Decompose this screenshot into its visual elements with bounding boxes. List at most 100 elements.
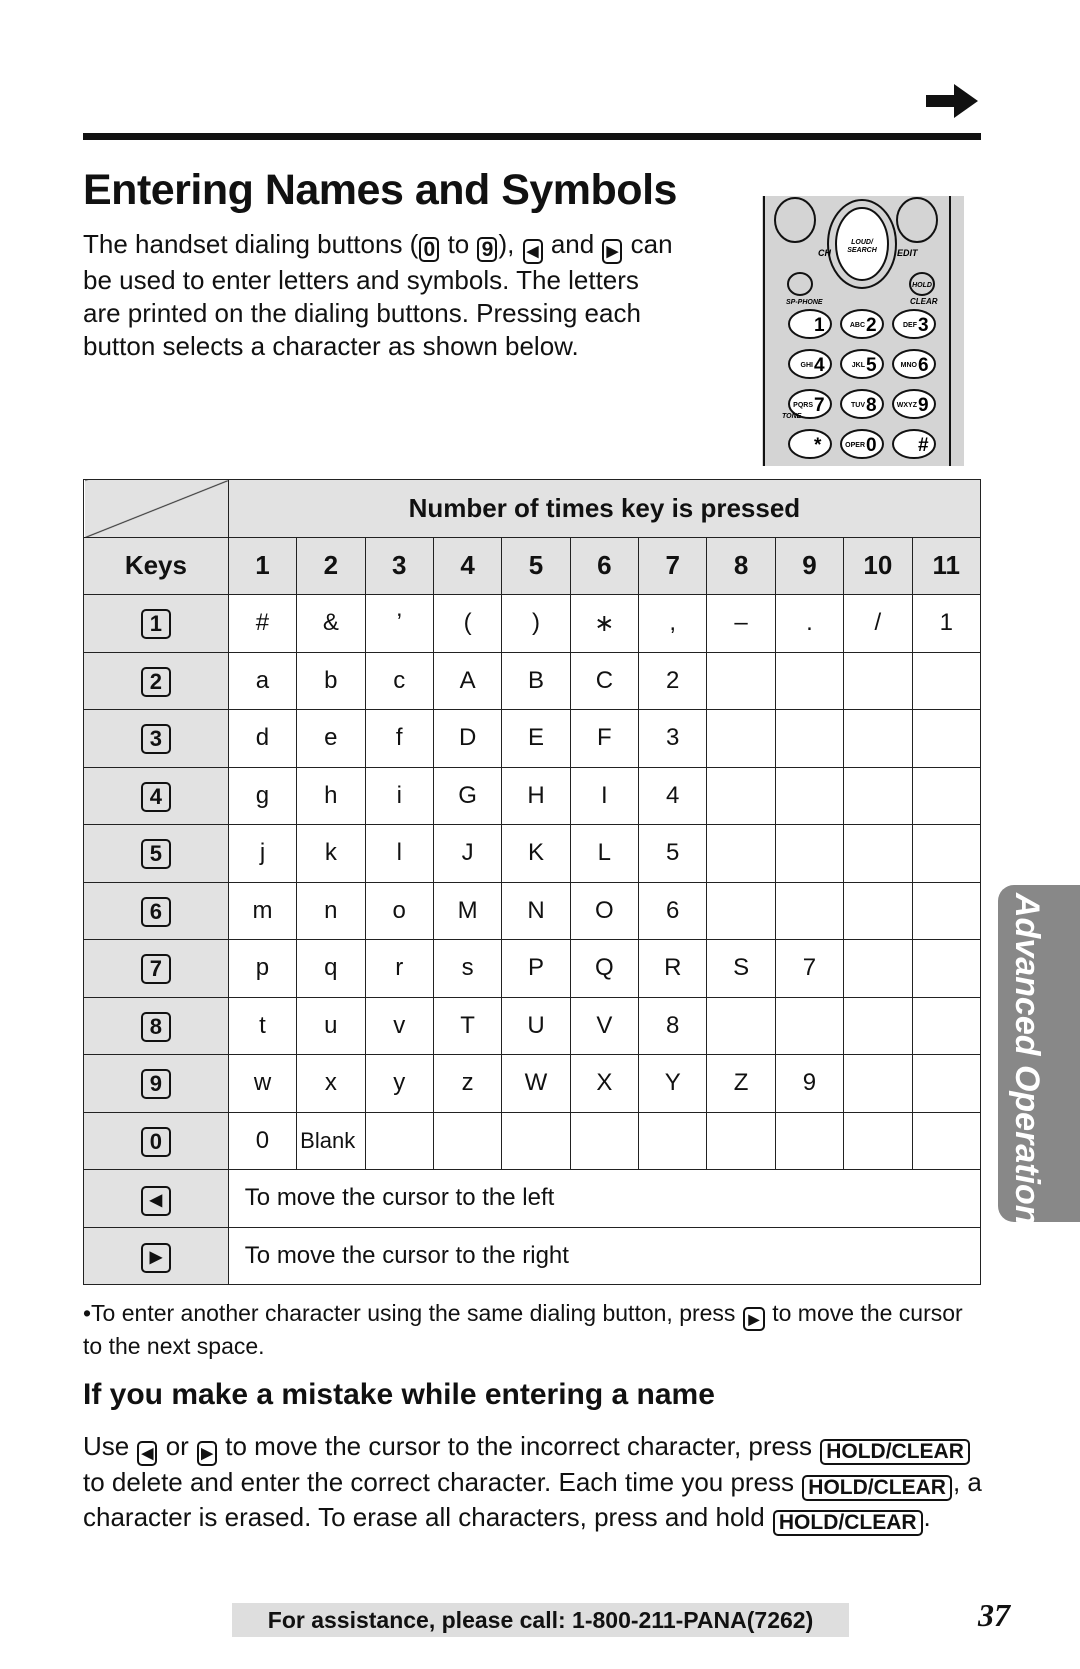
text-segment: and <box>543 229 602 259</box>
character-cell: 5 <box>638 824 708 883</box>
character-cell: A <box>432 651 503 710</box>
character-cell: , <box>638 594 708 653</box>
keypad-letters: WXYZ <box>897 402 918 409</box>
ch-label: CH <box>818 248 831 258</box>
character-cell: I <box>569 766 640 825</box>
character-cell: c <box>364 651 434 710</box>
top-rule <box>83 133 981 140</box>
left-arrow-key-icon: ◀ <box>137 1441 158 1466</box>
page-title: Entering Names and Symbols <box>83 166 677 214</box>
character-cell <box>911 766 982 825</box>
character-cell: 8 <box>638 996 708 1055</box>
character-cell: C <box>569 651 640 710</box>
key-5-icon: 5 <box>140 839 171 870</box>
character-cell: m <box>227 881 298 940</box>
character-cell: N <box>501 881 571 940</box>
mistake-text: Use ◀ or ▶ to move the cursor to the inc… <box>83 1430 983 1536</box>
text-segment: ), <box>498 229 522 259</box>
character-cell <box>706 766 776 825</box>
press-count-header: 1 <box>227 536 298 595</box>
press-count-header: 9 <box>774 536 845 595</box>
character-cell <box>843 651 913 710</box>
character-cell: X <box>569 1054 640 1113</box>
character-cell: T <box>432 996 503 1055</box>
keypad-letters: MNO <box>901 362 918 369</box>
keys-header: Keys <box>83 536 229 595</box>
page-number: 37 <box>978 1597 1010 1633</box>
character-cell: a <box>227 651 298 710</box>
table-row: 2abcABC2 <box>83 651 982 710</box>
character-cell <box>911 1054 982 1113</box>
text-segment: The handset dialing buttons ( <box>83 229 419 259</box>
character-cell: P <box>501 939 571 998</box>
keypad-digit: 1 <box>814 315 825 336</box>
key-hold-clear-icon: HOLD/CLEAR <box>772 1510 923 1536</box>
description-cell: To move the cursor to the right <box>227 1226 982 1285</box>
character-cell: r <box>364 939 434 998</box>
section-side-tab: Advanced Operation <box>998 885 1080 1226</box>
character-cell: Y <box>638 1054 708 1113</box>
text-segment: to move the cursor to the incorrect char… <box>218 1431 820 1461</box>
continue-arrow-icon <box>926 84 978 118</box>
character-cell <box>706 996 776 1055</box>
press-count-header: 8 <box>706 536 776 595</box>
header-row: Number of times key is pressed <box>83 479 982 538</box>
character-cell: 7 <box>774 939 845 998</box>
table-row: 4ghiGHI4 <box>83 766 982 825</box>
character-cell <box>911 939 982 998</box>
keypad-digit: 3 <box>918 315 929 336</box>
character-cell: p <box>227 939 298 998</box>
key-cell: 9 <box>83 1054 229 1113</box>
character-cell: ( <box>432 594 503 653</box>
keypad-digit: 0 <box>866 435 877 456</box>
press-count-header: 2 <box>296 536 366 595</box>
key-2-icon: 2 <box>140 666 171 697</box>
character-cell: ∗ <box>569 594 640 653</box>
keypad-letters: PQRS <box>793 402 813 409</box>
character-cell: / <box>843 594 913 653</box>
table-row: 8tuvTUV8 <box>83 996 982 1055</box>
character-cell <box>843 881 913 940</box>
character-cell <box>569 1111 640 1170</box>
character-cell: & <box>296 594 366 653</box>
key-7-icon: 7 <box>140 954 171 985</box>
tone-label: TONE <box>782 413 802 420</box>
key-9-icon: 9 <box>140 1069 171 1100</box>
character-cell <box>501 1111 571 1170</box>
text-segment: or <box>158 1431 197 1461</box>
character-cell: v <box>364 996 434 1055</box>
character-cell: 1 <box>911 594 982 653</box>
character-cell <box>364 1111 434 1170</box>
character-cell: ’ <box>364 594 434 653</box>
keypad-digit: 8 <box>866 395 877 416</box>
press-count-header: 3 <box>364 536 434 595</box>
left-arrow-key-icon: ◀ <box>140 1185 171 1216</box>
left-arrow-key-icon: ◀ <box>522 239 543 264</box>
character-cell: q <box>296 939 366 998</box>
character-cell: s <box>432 939 503 998</box>
character-cell: o <box>364 881 434 940</box>
character-cell: W <box>501 1054 571 1113</box>
character-cell: Z <box>706 1054 776 1113</box>
key-cell: 2 <box>83 651 229 710</box>
text-segment: •To enter another character using the sa… <box>83 1300 742 1326</box>
character-cell: E <box>501 709 571 768</box>
character-cell: t <box>227 996 298 1055</box>
character-cell: F <box>569 709 640 768</box>
keypad-digit: 4 <box>814 355 825 376</box>
key-cell: 1 <box>83 594 229 653</box>
key-cell: ◀ <box>83 1169 229 1228</box>
text-segment: to <box>440 229 477 259</box>
character-cell <box>911 996 982 1055</box>
character-cell <box>774 709 845 768</box>
character-cell: L <box>569 824 640 883</box>
character-cell <box>843 939 913 998</box>
character-cell: G <box>432 766 503 825</box>
loud-label: LOUD/ <box>851 239 874 246</box>
character-cell: 6 <box>638 881 708 940</box>
character-cell <box>911 881 982 940</box>
clear-label: CLEAR <box>910 297 938 306</box>
character-cell: 9 <box>774 1054 845 1113</box>
diagonal-corner-cell <box>83 479 229 537</box>
key-0-icon: 0 <box>140 1126 171 1157</box>
